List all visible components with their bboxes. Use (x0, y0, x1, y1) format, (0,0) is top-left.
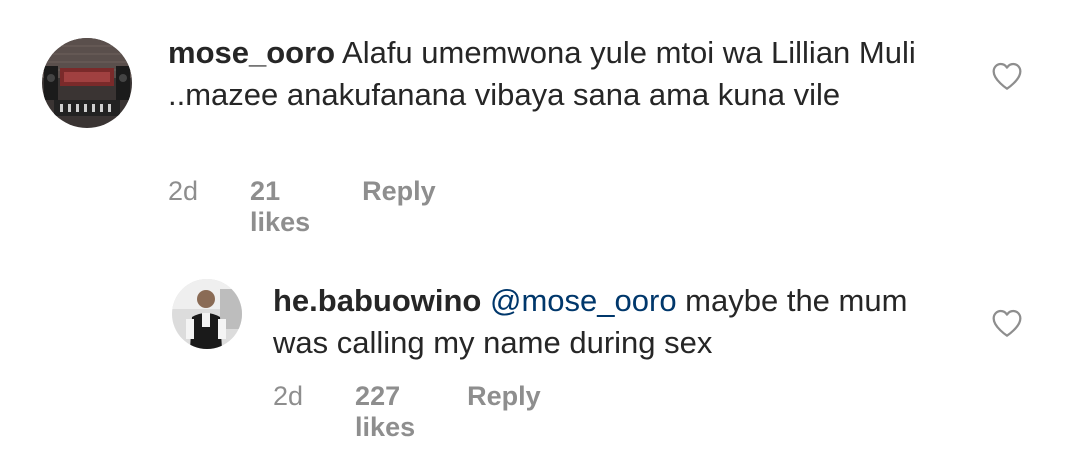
mention-link[interactable]: @mose_ooro (490, 283, 677, 318)
avatar[interactable] (42, 38, 132, 128)
heart-outline-icon[interactable] (991, 308, 1023, 338)
comment-meta: 2d 21 likes Reply (168, 176, 436, 238)
reply-button[interactable]: Reply (362, 176, 436, 207)
avatar[interactable] (172, 279, 242, 349)
comment-meta: 2d 227 likes Reply (273, 381, 541, 443)
comment-text: mose_ooro Alafu umemwona yule mtoi wa Li… (168, 32, 928, 116)
avatar-image (172, 279, 242, 349)
comment-username[interactable]: mose_ooro (168, 35, 335, 70)
comment-username[interactable]: he.babuowino (273, 283, 481, 318)
comment-likes[interactable]: 21 likes (250, 176, 310, 238)
comment-likes[interactable]: 227 likes (355, 381, 415, 443)
comment-text: he.babuowino @mose_ooro maybe the mum wa… (273, 280, 953, 364)
avatar-image (42, 38, 132, 128)
comments-thread: mose_ooro Alafu umemwona yule mtoi wa Li… (0, 0, 1080, 456)
comment-time: 2d (168, 176, 199, 206)
reply-button[interactable]: Reply (467, 381, 541, 412)
heart-outline-icon[interactable] (991, 61, 1023, 91)
comment-time: 2d (273, 381, 304, 411)
